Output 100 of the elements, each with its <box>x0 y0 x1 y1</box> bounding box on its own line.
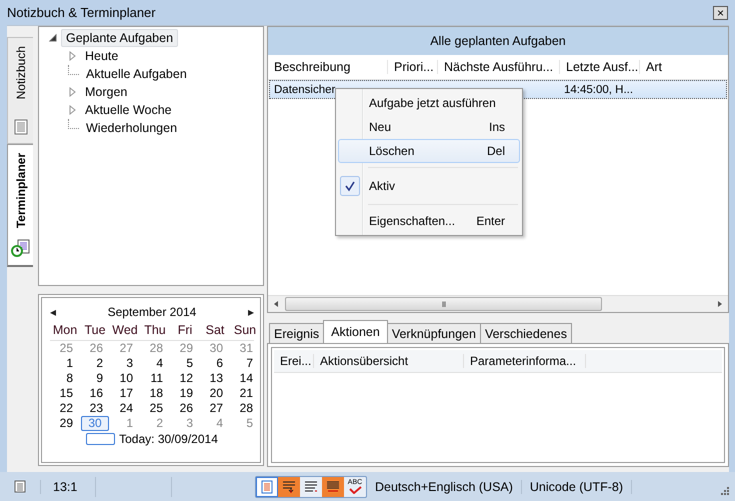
expand-icon[interactable] <box>68 51 78 61</box>
today-marker <box>86 433 116 445</box>
expander-icon[interactable] <box>48 33 58 43</box>
table-cell-text: Datensicher <box>273 84 336 96</box>
tree-item[interactable]: Geplante Aufgaben <box>61 29 178 47</box>
tree-item[interactable]: Wiederholungen <box>82 120 182 136</box>
calendar-day[interactable]: 5 <box>170 356 200 371</box>
weekday-label: Mon <box>52 323 78 339</box>
calendar-day[interactable]: 28 <box>230 401 260 416</box>
calendar-day[interactable]: 2 <box>80 356 110 371</box>
tree-item[interactable]: Morgen <box>81 84 132 100</box>
calendar-day[interactable]: 25 <box>140 401 170 416</box>
resize-grip-icon[interactable] <box>720 486 730 496</box>
spellcheck-icon <box>348 486 362 494</box>
horizontal-scrollbar[interactable]: III <box>268 295 728 312</box>
calendar-day[interactable]: 27 <box>200 401 230 416</box>
calendar-day[interactable]: 3 <box>110 356 140 371</box>
tree-item[interactable]: Aktuelle Woche <box>81 102 176 118</box>
column-header[interactable]: Beschreibung <box>268 60 388 74</box>
calendar-day[interactable]: 26 <box>80 341 110 356</box>
calendar-day[interactable]: 16 <box>80 386 110 401</box>
calendar-day[interactable]: 30 <box>200 341 230 356</box>
column-header[interactable]: Aktionsübersicht <box>314 354 464 368</box>
calendar-day[interactable]: 4 <box>140 356 170 371</box>
next-month-button[interactable]: ▸ <box>248 305 254 319</box>
calendar-day[interactable]: 12 <box>170 371 200 386</box>
notebook-icon <box>14 119 28 136</box>
table-cell-text: 14:45:00, H... <box>563 84 634 96</box>
tab[interactable]: Aktionen <box>323 320 388 343</box>
today-link[interactable]: Today: 30/09/2014 <box>119 432 218 446</box>
calendar-day[interactable]: 11 <box>140 371 170 386</box>
toolbar-button[interactable] <box>322 476 344 496</box>
calendar-day[interactable]: 2 <box>140 416 170 431</box>
expand-icon[interactable] <box>68 87 78 97</box>
calendar-day[interactable]: 8 <box>50 371 80 386</box>
tree-item[interactable]: Heute <box>81 48 122 64</box>
language-indicator[interactable]: Deutsch+Englisch (USA) <box>367 480 522 494</box>
calendar-day[interactable]: 1 <box>110 416 140 431</box>
calendar-day[interactable]: 19 <box>170 386 200 401</box>
calendar-day[interactable]: 24 <box>110 401 140 416</box>
expand-icon[interactable] <box>68 105 78 115</box>
calendar-day[interactable]: 15 <box>50 386 80 401</box>
scroll-left-icon[interactable] <box>272 300 280 308</box>
side-tab[interactable]: Terminplaner <box>7 144 33 267</box>
scroll-right-icon[interactable] <box>716 300 724 308</box>
document-icon <box>260 480 274 494</box>
menu-item[interactable]: Neu Ins <box>338 115 520 139</box>
column-header[interactable]: Nächste Ausführu... <box>438 60 560 74</box>
tab[interactable]: Verschiedenes <box>480 323 572 343</box>
column-header[interactable]: Letzte Ausf... <box>560 60 640 74</box>
tab[interactable]: Ereignis <box>269 323 324 343</box>
menu-item[interactable]: Aktiv <box>338 172 520 200</box>
clock-icon <box>10 238 30 257</box>
calendar-day[interactable]: 14 <box>230 371 260 386</box>
close-button[interactable]: × <box>713 6 728 20</box>
encoding-indicator[interactable]: Unicode (UTF-8) <box>522 480 632 494</box>
previous-month-button[interactable]: ◂ <box>50 305 56 319</box>
calendar-day[interactable]: 6 <box>200 356 230 371</box>
calendar-day[interactable]: 28 <box>140 341 170 356</box>
calendar-day[interactable]: 31 <box>230 341 260 356</box>
calendar-day[interactable]: 20 <box>200 386 230 401</box>
column-header[interactable]: Art <box>640 60 700 74</box>
column-header[interactable]: Priori... <box>388 60 438 74</box>
calendar-day[interactable]: 9 <box>80 371 110 386</box>
menu-item[interactable]: Löschen Del <box>338 139 520 163</box>
weekday-label: Sun <box>232 323 258 339</box>
calendar-day[interactable]: 26 <box>170 401 200 416</box>
calendar-day[interactable]: 17 <box>110 386 140 401</box>
cursor-position: 13:1 <box>40 480 93 494</box>
calendar-day[interactable]: 21 <box>230 386 260 401</box>
justify-icon <box>326 480 340 494</box>
calendar-day[interactable]: 29 <box>50 416 80 431</box>
tab[interactable]: Verknüpfungen <box>386 323 481 343</box>
column-header[interactable]: Parameterinforma... <box>464 354 586 368</box>
calendar-day[interactable]: 10 <box>110 371 140 386</box>
toolbar-button[interactable] <box>278 476 300 496</box>
word-wrap-icon <box>282 480 296 494</box>
weekday-label: Thu <box>143 323 167 339</box>
text-lines-icon <box>304 480 318 494</box>
calendar-day[interactable]: 4 <box>200 416 230 431</box>
calendar-day[interactable]: 25 <box>50 341 80 356</box>
calendar-day[interactable]: 18 <box>140 386 170 401</box>
calendar-day[interactable]: 29 <box>170 341 200 356</box>
calendar-day[interactable]: 5 <box>230 416 260 431</box>
document-icon[interactable] <box>14 480 26 493</box>
calendar-day[interactable]: 30 <box>81 416 109 431</box>
calendar-day[interactable]: 27 <box>110 341 140 356</box>
panel-header: Alle geplanten Aufgaben <box>268 27 728 55</box>
calendar-day[interactable]: 23 <box>80 401 110 416</box>
calendar-day[interactable]: 3 <box>170 416 200 431</box>
calendar-day[interactable]: 1 <box>50 356 80 371</box>
column-header[interactable]: Erei... <box>274 354 314 368</box>
weekday-label: Tue <box>83 323 107 339</box>
calendar-day[interactable]: 13 <box>200 371 230 386</box>
tree-item[interactable]: Aktuelle Aufgaben <box>82 66 191 82</box>
side-tab[interactable]: Notizbuch <box>7 37 33 144</box>
menu-item[interactable]: Eigenschaften... Enter <box>338 209 520 233</box>
calendar-day[interactable]: 7 <box>230 356 260 371</box>
calendar-day[interactable]: 22 <box>50 401 80 416</box>
menu-item[interactable]: Aufgabe jetzt ausführen <box>338 91 520 115</box>
